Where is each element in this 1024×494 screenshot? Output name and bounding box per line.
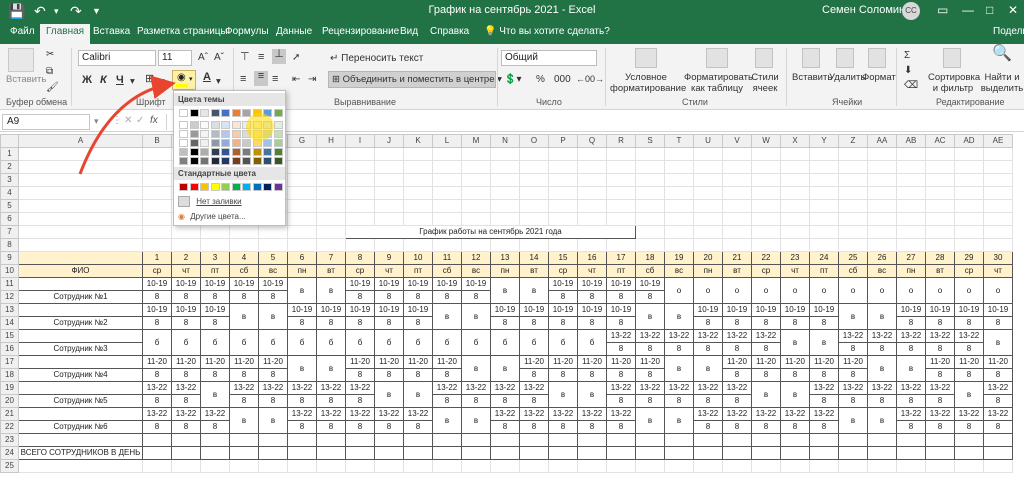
- arrow-annotation: [78, 75, 176, 175]
- red-arrow: [78, 75, 176, 175]
